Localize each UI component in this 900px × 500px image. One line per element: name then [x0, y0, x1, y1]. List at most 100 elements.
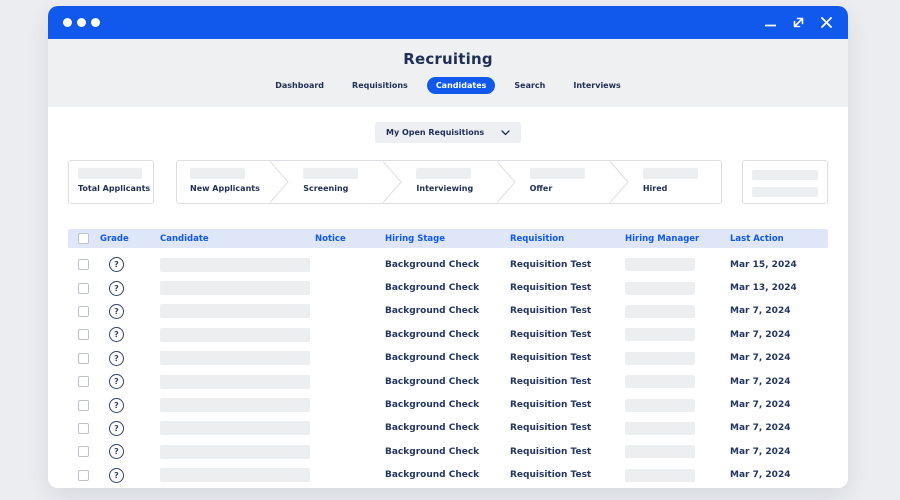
last-action-cell: Mar 15, 2024 [730, 259, 797, 270]
grade-question-icon[interactable]: ? [109, 327, 124, 343]
resize-icon[interactable] [792, 16, 805, 29]
row-checkbox[interactable] [78, 376, 89, 388]
row-checkbox[interactable] [78, 352, 89, 364]
tab-search[interactable]: Search [505, 77, 554, 94]
hiring-manager-placeholder [625, 258, 695, 272]
hiring-stage-cell: Background Check [385, 376, 480, 387]
requisition-cell[interactable]: Requisition Test [510, 377, 625, 387]
window-dot-icon[interactable] [77, 18, 86, 27]
page-title: Recruiting [403, 50, 493, 68]
hiring-stage-cell: Background Check [385, 446, 480, 457]
filter-row: My Open Requisitions [48, 120, 848, 143]
grade-question-icon[interactable]: ? [109, 257, 124, 273]
last-action-cell: Mar 7, 2024 [730, 329, 791, 340]
requisition-cell[interactable]: Requisition Test [510, 306, 625, 316]
pipeline-stage-interviewing[interactable]: Interviewing [403, 161, 494, 203]
last-action-cell: Mar 7, 2024 [730, 400, 791, 411]
table-row[interactable]: ? Background Check Requisition Test Mar … [68, 417, 828, 440]
total-applicants-card[interactable]: Total Applicants [68, 160, 154, 204]
candidate-name-placeholder [160, 374, 310, 389]
row-checkbox[interactable] [78, 282, 89, 294]
tab-interviews[interactable]: Interviews [564, 77, 629, 94]
tab-candidates[interactable]: Candidates [426, 77, 496, 94]
grade-question-icon[interactable]: ? [109, 467, 124, 483]
row-checkbox[interactable] [78, 259, 89, 271]
column-header-hiring-stage[interactable]: Hiring Stage [385, 234, 510, 244]
stage-chevron-separator [383, 161, 403, 203]
table-row[interactable]: ? Background Check Requisition Test Mar … [68, 464, 828, 487]
table-row[interactable]: ? Background Check Requisition Test Mar … [68, 300, 828, 323]
requisition-filter-dropdown[interactable]: My Open Requisitions [375, 122, 521, 143]
row-checkbox[interactable] [78, 329, 89, 341]
table-row[interactable]: ? Background Check Requisition Test Mar … [68, 253, 828, 276]
grade-question-icon[interactable]: ? [109, 420, 124, 436]
table-row[interactable]: ? Background Check Requisition Test Mar … [68, 393, 828, 416]
requisition-cell[interactable]: Requisition Test [510, 330, 625, 340]
table-row[interactable]: ? Background Check Requisition Test Mar … [68, 440, 828, 463]
close-icon[interactable] [820, 16, 833, 29]
minimize-icon[interactable] [764, 16, 777, 29]
main-content: My Open Requisitions Total Applicants Ne… [48, 107, 848, 488]
requisition-cell[interactable]: Requisition Test [510, 353, 625, 363]
stage-label: New Applicants [190, 184, 260, 193]
stage-label: Screening [303, 184, 349, 193]
pipeline-stage-hired[interactable]: Hired [630, 161, 721, 203]
stage-label: Interviewing [416, 184, 474, 193]
tab-dashboard[interactable]: Dashboard [266, 77, 333, 94]
summary-placeholder [752, 187, 818, 197]
last-action-cell: Mar 7, 2024 [730, 423, 791, 434]
row-checkbox[interactable] [78, 446, 89, 458]
requisition-cell[interactable]: Requisition Test [510, 260, 625, 270]
tab-requisitions[interactable]: Requisitions [343, 77, 417, 94]
pipeline-row: Total Applicants New Applicants Screenin… [68, 160, 828, 204]
requisition-cell[interactable]: Requisition Test [510, 283, 625, 293]
requisition-cell[interactable]: Requisition Test [510, 470, 625, 480]
row-checkbox[interactable] [78, 305, 89, 317]
table-row[interactable]: ? Background Check Requisition Test Mar … [68, 276, 828, 299]
stage-count-placeholder [416, 168, 472, 179]
candidate-name-placeholder [160, 351, 310, 366]
table-row[interactable]: ? Background Check Requisition Test Mar … [68, 370, 828, 393]
grade-question-icon[interactable]: ? [109, 303, 124, 319]
window-dot-icon[interactable] [63, 18, 72, 27]
pipeline-stage-offer[interactable]: Offer [517, 161, 608, 203]
select-all-checkbox[interactable] [78, 233, 89, 244]
pipeline-stage-new-applicants[interactable]: New Applicants [177, 161, 268, 203]
candidates-table: Grade Candidate Notice Hiring Stage Requ… [68, 229, 828, 487]
table-body: ? Background Check Requisition Test Mar … [68, 253, 828, 487]
window-dot-icon[interactable] [91, 18, 100, 27]
grade-question-icon[interactable]: ? [109, 444, 124, 460]
table-row[interactable]: ? Background Check Requisition Test Mar … [68, 347, 828, 370]
column-header-hiring-manager[interactable]: Hiring Manager [625, 234, 730, 244]
column-header-last-action[interactable]: Last Action [730, 234, 828, 244]
table-row[interactable]: ? Background Check Requisition Test Mar … [68, 323, 828, 346]
stage-chevron-separator [269, 161, 289, 203]
stage-chevron-separator [496, 161, 516, 203]
grade-question-icon[interactable]: ? [109, 397, 124, 413]
hiring-stage-cell: Background Check [385, 470, 480, 481]
requisition-cell[interactable]: Requisition Test [510, 447, 625, 457]
hiring-manager-placeholder [625, 445, 695, 459]
row-checkbox[interactable] [78, 399, 89, 411]
requisition-cell[interactable]: Requisition Test [510, 400, 625, 410]
column-header-requisition[interactable]: Requisition [510, 234, 625, 244]
candidate-name-placeholder [160, 398, 310, 413]
grade-question-icon[interactable]: ? [109, 350, 124, 366]
grade-question-icon[interactable]: ? [109, 280, 124, 296]
requisition-cell[interactable]: Requisition Test [510, 423, 625, 433]
column-header-candidate[interactable]: Candidate [160, 234, 315, 244]
hiring-manager-placeholder [625, 375, 695, 389]
candidate-name-placeholder [160, 304, 310, 319]
grade-question-icon[interactable]: ? [109, 374, 124, 390]
column-header-notice[interactable]: Notice [315, 234, 385, 244]
hiring-manager-placeholder [625, 398, 695, 412]
pipeline-stage-screening[interactable]: Screening [290, 161, 381, 203]
window-controls [764, 16, 833, 29]
column-header-grade[interactable]: Grade [100, 234, 160, 244]
table-header-row: Grade Candidate Notice Hiring Stage Requ… [68, 229, 828, 248]
hiring-stage-cell: Background Check [385, 283, 480, 294]
row-checkbox[interactable] [78, 422, 89, 434]
row-checkbox[interactable] [78, 469, 89, 481]
candidate-name-placeholder [160, 421, 310, 436]
hiring-stage-cell: Background Check [385, 259, 480, 270]
